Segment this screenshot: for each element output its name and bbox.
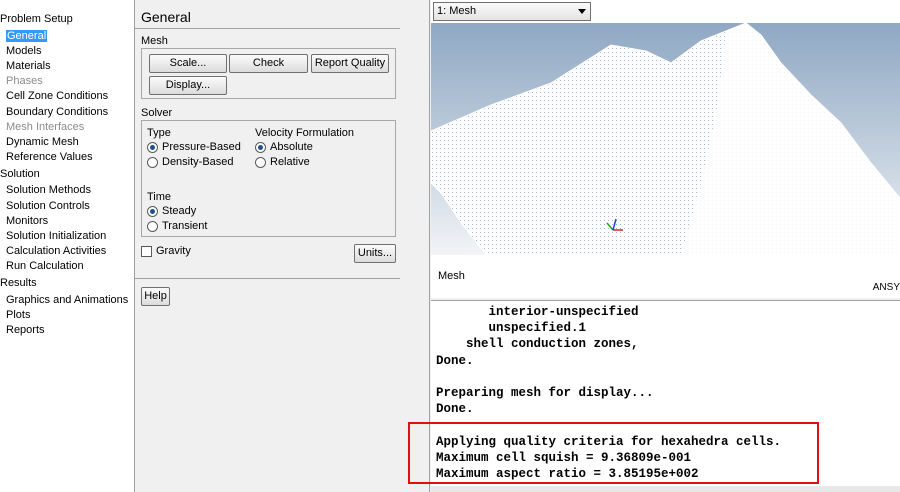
console-line: shell conduction zones, xyxy=(436,337,639,352)
tree-item-label: Reports xyxy=(6,323,45,336)
radio-unselected-icon[interactable] xyxy=(255,156,266,168)
check-button[interactable]: Check xyxy=(229,54,308,73)
units-button[interactable]: Units... xyxy=(354,244,396,263)
relative-option[interactable]: Relative xyxy=(255,155,310,169)
scale-button[interactable]: Scale... xyxy=(149,54,227,73)
density-based-label: Density-Based xyxy=(162,156,234,168)
tree-item-solution-methods[interactable]: Solution Methods xyxy=(6,184,91,198)
absolute-label: Absolute xyxy=(270,141,313,153)
tree-item-label: Run Calculation xyxy=(6,260,84,273)
tree-item-label: Materials xyxy=(6,60,51,73)
tree-item-label: Solution Methods xyxy=(6,184,91,197)
velocity-formulation-label: Velocity Formulation xyxy=(255,127,355,139)
radio-selected-icon[interactable] xyxy=(147,141,158,153)
tree-item-label: Monitors xyxy=(6,214,49,227)
radio-unselected-icon[interactable] xyxy=(147,156,158,168)
tree-item-graphics-and-animations[interactable]: Graphics and Animations xyxy=(6,294,128,308)
tree-item-dynamic-mesh[interactable]: Dynamic Mesh xyxy=(6,136,79,150)
mesh-group-label: Mesh xyxy=(141,35,168,47)
tree-item-label: Reference Values xyxy=(6,151,93,163)
gravity-label: Gravity xyxy=(156,245,191,257)
type-label: Type xyxy=(147,127,171,139)
graphics-window: 1: Mesh Mesh ANSY xyxy=(431,0,900,298)
title-divider xyxy=(135,28,400,29)
tree-item-reference-values[interactable]: Reference Values xyxy=(6,151,93,165)
tree-section-results[interactable]: Results xyxy=(0,277,37,291)
tree-item-general[interactable]: General xyxy=(6,29,48,44)
gravity-checkbox[interactable]: Gravity xyxy=(141,244,191,258)
highlight-annotation xyxy=(408,422,819,484)
density-based-option[interactable]: Density-Based xyxy=(147,155,234,169)
tree-item-mesh-interfaces: Mesh Interfaces xyxy=(6,121,84,135)
tree-item-run-calculation[interactable]: Run Calculation xyxy=(6,260,84,274)
tree-item-label: Solution Controls xyxy=(6,199,90,212)
tree-item-label: Phases xyxy=(6,75,43,88)
console-line: interior-unspecified xyxy=(436,305,639,319)
absolute-option[interactable]: Absolute xyxy=(255,140,313,154)
tree-item-reports[interactable]: Reports xyxy=(6,324,45,338)
view-dropdown-value: 1: Mesh xyxy=(437,5,477,17)
tree-section-problem-setup[interactable]: Problem Setup xyxy=(0,13,73,27)
navigation-tree: Problem Setup General Models Materials Phase… xyxy=(0,0,135,492)
panel-title: General xyxy=(141,9,191,25)
transient-label: Transient xyxy=(162,220,208,232)
pressure-based-label: Pressure-Based xyxy=(162,141,241,153)
tree-item-label: Dynamic Mesh xyxy=(6,135,79,148)
relative-label: Relative xyxy=(270,156,310,168)
radio-selected-icon[interactable] xyxy=(255,141,266,153)
tree-item-solution-initialization[interactable]: Solution Initialization xyxy=(6,230,106,244)
brand-logo: ANSY xyxy=(872,282,900,293)
graphics-caption: Mesh xyxy=(438,270,465,282)
tree-item-label: Cell Zone Conditions xyxy=(6,90,109,103)
tree-item-cell-zone-conditions[interactable]: Cell Zone Conditions xyxy=(6,90,108,104)
tree-item-materials[interactable]: Materials xyxy=(6,60,51,74)
tree-item-label: Plots xyxy=(6,308,31,321)
tree-item-models[interactable]: Models xyxy=(6,45,41,59)
tree-item-label: Mesh Interfaces xyxy=(6,120,85,133)
radio-unselected-icon[interactable] xyxy=(147,220,158,232)
tree-item-calculation-activities[interactable]: Calculation Activities xyxy=(6,245,106,259)
mesh-viewport[interactable] xyxy=(431,23,900,255)
tree-item-label: Boundary Conditions xyxy=(6,105,109,118)
help-divider xyxy=(135,278,400,279)
tree-item-solution-controls[interactable]: Solution Controls xyxy=(6,200,90,214)
pressure-based-option[interactable]: Pressure-Based xyxy=(147,140,241,154)
help-button[interactable]: Help xyxy=(141,287,170,306)
tree-section-solution[interactable]: Solution xyxy=(0,168,40,182)
tree-item-monitors[interactable]: Monitors xyxy=(6,215,48,229)
tree-item-label: General xyxy=(6,29,48,42)
time-label: Time xyxy=(147,191,172,203)
general-panel: General Mesh Scale... Check Report Quali… xyxy=(135,0,430,492)
mesh-display xyxy=(431,23,900,255)
console-line: Done. xyxy=(436,402,474,417)
chevron-down-icon[interactable] xyxy=(578,9,586,14)
console-line: Preparing mesh for display... xyxy=(436,386,654,400)
tree-item-label: Models xyxy=(6,44,42,57)
report-quality-button[interactable]: Report Quality xyxy=(311,54,389,73)
tree-item-boundary-conditions[interactable]: Boundary Conditions xyxy=(6,106,108,120)
steady-label: Steady xyxy=(162,205,197,217)
tree-item-plots[interactable]: Plots xyxy=(6,309,30,323)
checkbox-icon[interactable] xyxy=(141,245,152,257)
tree-item-label: Solution Initialization xyxy=(6,229,107,242)
tree-item-phases: Phases xyxy=(6,75,43,89)
transient-option[interactable]: Transient xyxy=(147,219,207,233)
view-dropdown[interactable]: 1: Mesh xyxy=(433,2,591,21)
console-horizontal-scrollbar[interactable] xyxy=(431,486,900,492)
radio-selected-icon[interactable] xyxy=(147,205,158,217)
console-line: unspecified.1 xyxy=(436,321,587,336)
console-line: Done. xyxy=(436,353,474,368)
steady-option[interactable]: Steady xyxy=(147,204,196,218)
display-button[interactable]: Display... xyxy=(149,76,227,95)
tree-item-label: Calculation Activities xyxy=(6,245,107,258)
solver-group-label: Solver xyxy=(141,107,173,119)
tree-item-label: Graphics and Animations xyxy=(6,293,129,306)
